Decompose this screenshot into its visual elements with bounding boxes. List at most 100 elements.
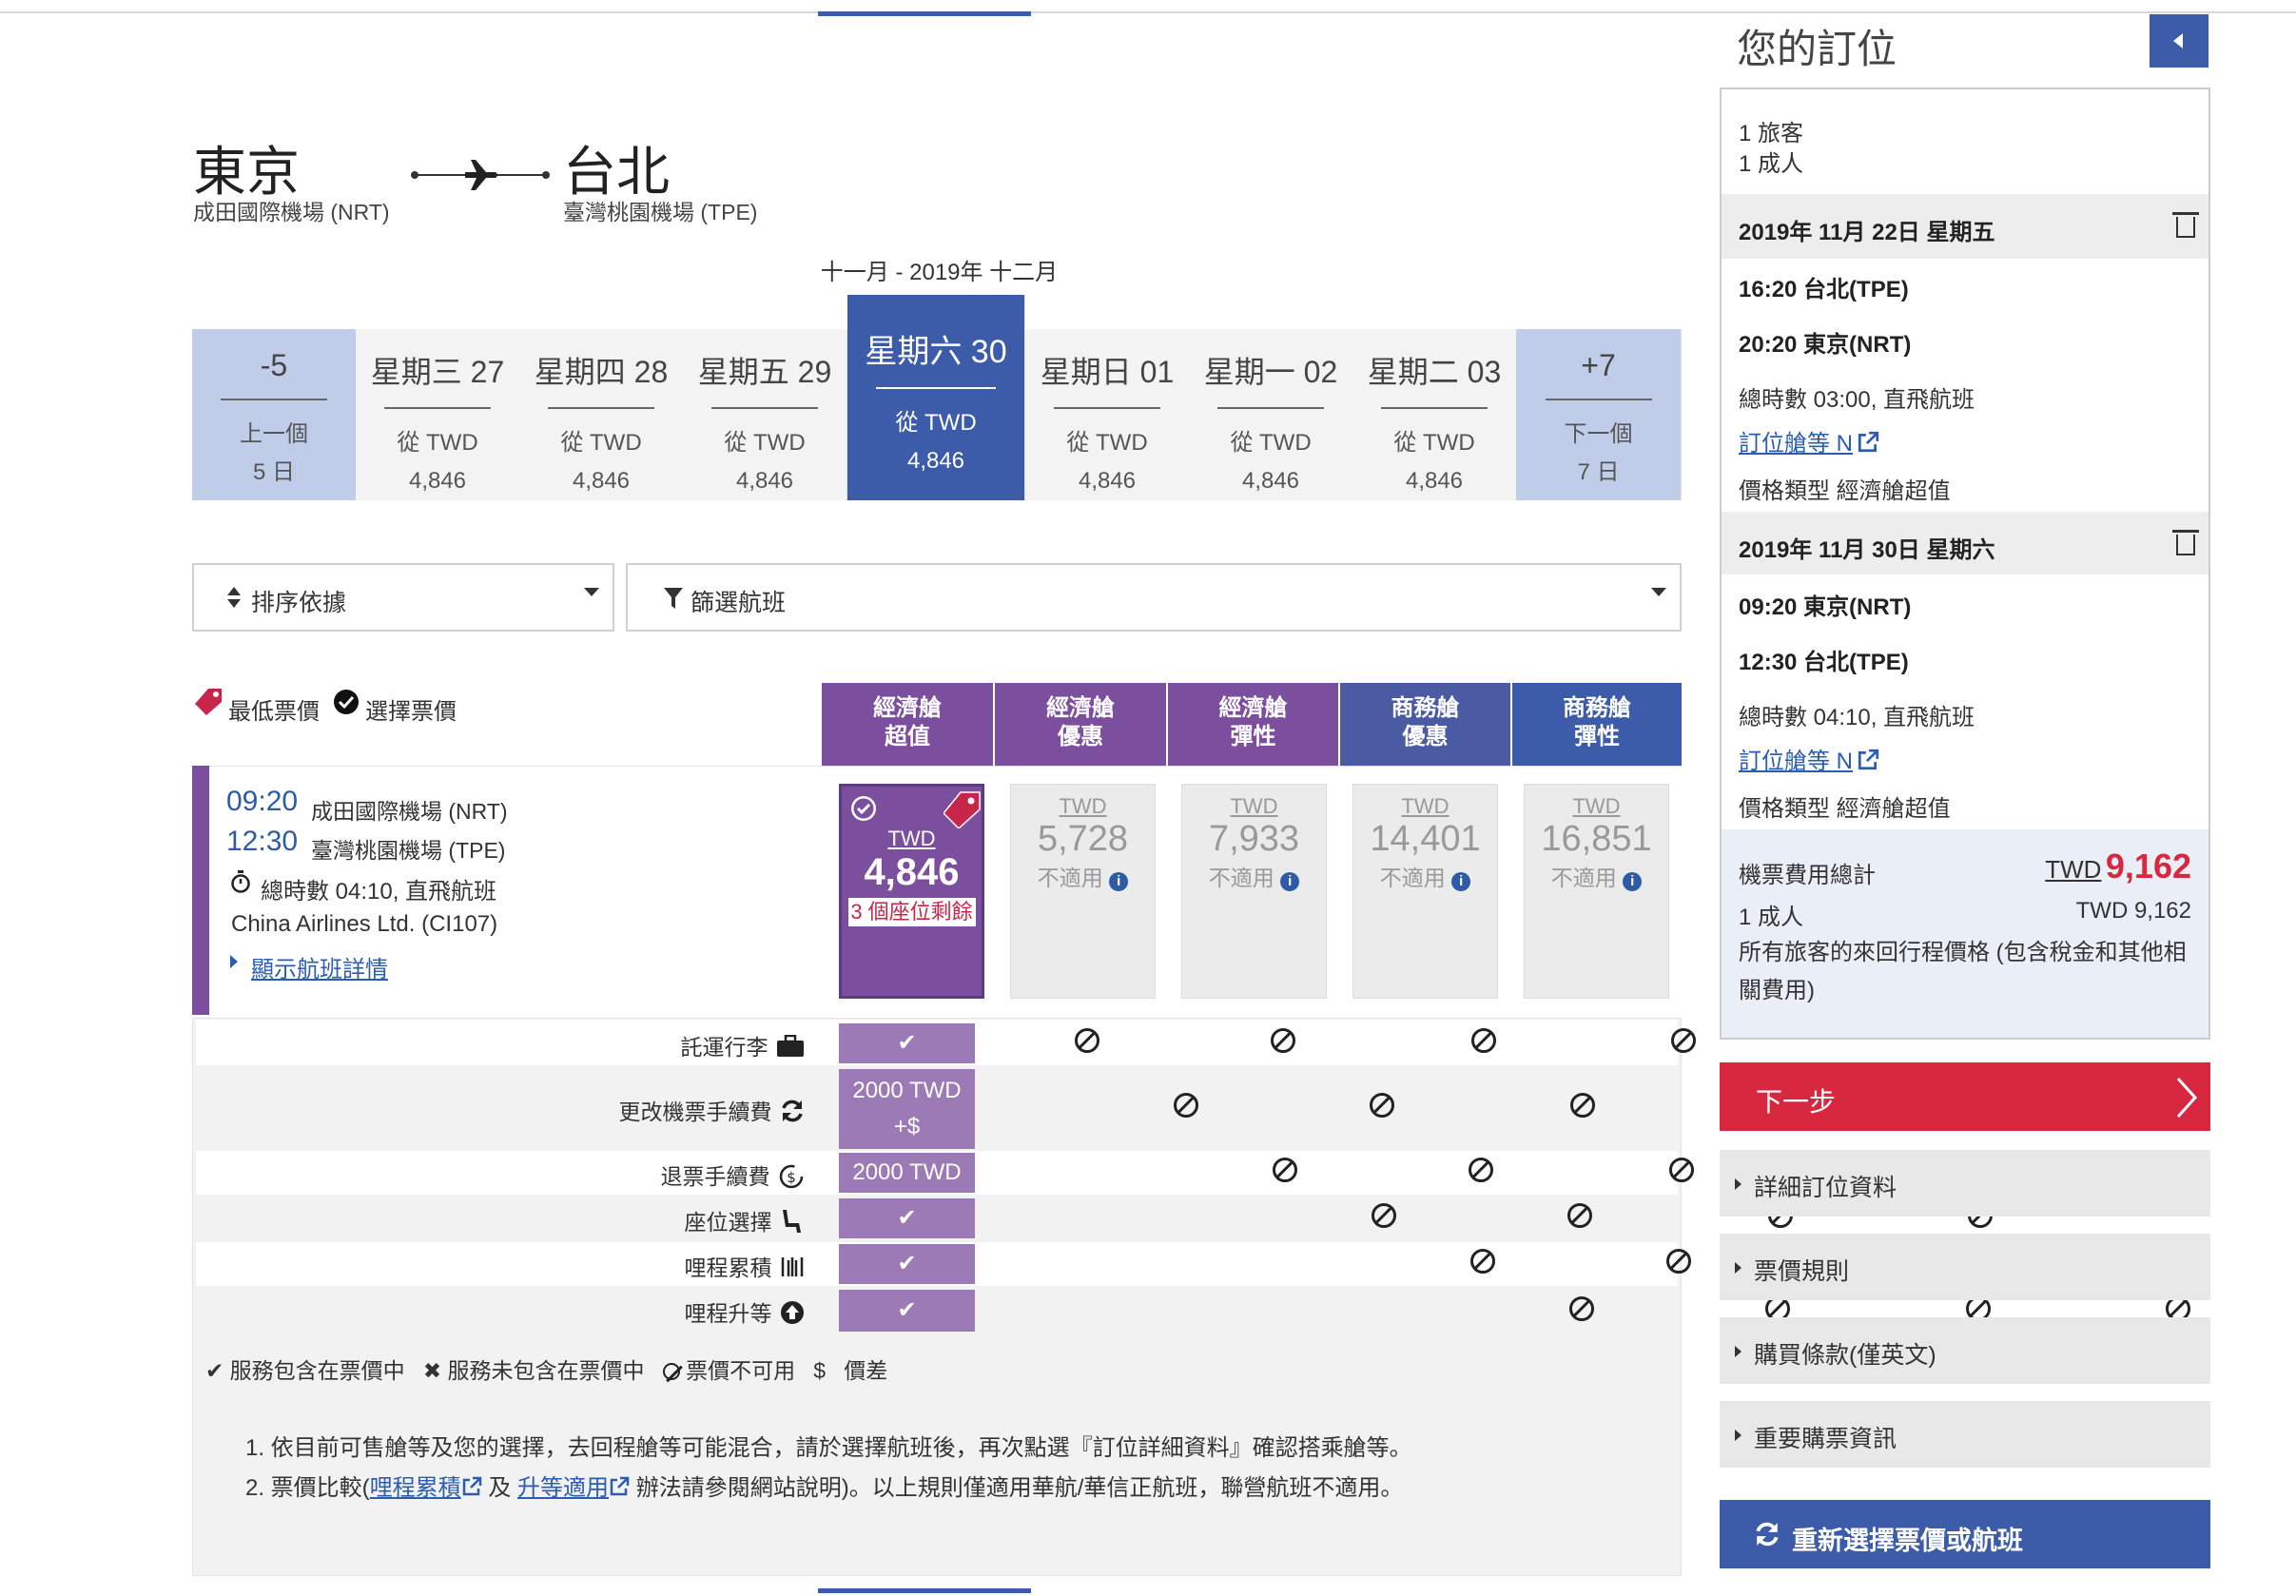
caret-right-icon: [1735, 1346, 1741, 1357]
segment-date: 2019年 11月 22日 星期五: [1739, 220, 1995, 245]
accordion-booking-details[interactable]: 詳細訂位資料: [1720, 1150, 2210, 1216]
caret-right-icon: [1735, 1430, 1741, 1441]
unavailable-icon: [1273, 1158, 1297, 1182]
info-icon[interactable]: i: [1280, 872, 1300, 891]
filter-dropdown[interactable]: 篩選航班: [626, 563, 1682, 632]
fare-header-business-saver: 商務艙 優惠: [1340, 683, 1510, 766]
fare-option[interactable]: TWD 16,851 不適用 i: [1524, 784, 1669, 999]
info-icon[interactable]: i: [1109, 872, 1129, 891]
adult-label: 1 成人: [1739, 905, 1804, 930]
check-circle-icon: [334, 690, 359, 714]
dep-airport: 成田國際機場 (NRT): [311, 799, 508, 824]
segment-departure: 09:20 東京(NRT): [1739, 594, 1912, 620]
stopwatch-icon: [231, 870, 250, 893]
fare-header-economy-flex: 經濟艙 彈性: [1168, 683, 1338, 766]
total-price: TWD 9,162: [2045, 847, 2191, 886]
external-link-icon: [462, 1476, 481, 1496]
fare-option[interactable]: TWD 7,933 不適用 i: [1181, 784, 1327, 999]
fare-option[interactable]: TWD 5,728 不適用 i: [1010, 784, 1156, 999]
unavailable-icon: [1666, 1249, 1691, 1274]
segment-date: 2019年 11月 30日 星期六: [1739, 537, 1995, 563]
date-tab[interactable]: 星期日 01 從 TWD 4,846: [1025, 329, 1190, 500]
filter-label: 篩選航班: [691, 590, 787, 616]
reselect-button[interactable]: 重新選擇票價或航班: [1720, 1500, 2210, 1568]
arr-time: 12:30: [226, 826, 299, 857]
service-included: ✔: [839, 1290, 975, 1332]
date-tab[interactable]: 星期一 02 從 TWD 4,846: [1189, 329, 1353, 500]
adults-count: 1 成人: [1739, 151, 1804, 177]
unavailable-icon: [662, 1363, 680, 1380]
tag-icon: [195, 689, 222, 715]
flight-carrier: China Airlines Ltd. (CI107): [231, 911, 498, 937]
seat-icon: [783, 1210, 801, 1233]
prev-days-button[interactable]: -5 上一個 5 日: [192, 329, 357, 500]
external-link-icon: [610, 1476, 630, 1496]
legend-selected: 選擇票價: [365, 699, 457, 725]
chevron-right-icon: [2176, 1077, 2198, 1119]
fare-option[interactable]: TWD 14,401 不適用 i: [1352, 784, 1498, 999]
booking-class-link[interactable]: 訂位艙等 N: [1739, 742, 1879, 775]
unavailable-icon: [1569, 1296, 1594, 1321]
next-days-button[interactable]: +7 下一個 7 日: [1516, 329, 1682, 500]
check-icon: ✔: [205, 1358, 224, 1383]
note-2: 2. 票價比較(哩程累積 及 升等適用 辦法請參閱網站說明)。以上規則僅適用華航…: [245, 1475, 1404, 1501]
plane-icon: [465, 160, 497, 190]
accordion-fare-rules[interactable]: 票價規則: [1720, 1234, 2210, 1300]
service-value: 2000 TWD +$: [839, 1069, 975, 1149]
unavailable-icon: [1669, 1158, 1694, 1182]
info-icon[interactable]: i: [1451, 872, 1471, 891]
date-tab[interactable]: 星期二 03 從 TWD 4,846: [1352, 329, 1517, 500]
service-included: ✔: [839, 1023, 975, 1063]
segment-arrival: 12:30 台北(TPE): [1739, 650, 1909, 675]
refresh-icon: [782, 1100, 803, 1122]
upgrade-link[interactable]: 升等適用: [517, 1475, 609, 1501]
unavailable-icon: [1567, 1203, 1592, 1228]
flight-details-link[interactable]: 顯示航班詳情: [251, 950, 388, 983]
unavailable-icon: [1271, 1028, 1295, 1053]
caret-right-icon: [1735, 1262, 1741, 1274]
month-label: 十一月 - 2019年 十二月: [820, 260, 1059, 285]
refresh-icon: [1756, 1522, 1779, 1547]
unavailable-icon: [1174, 1093, 1198, 1118]
total-label: 機票費用總計: [1739, 863, 1876, 888]
accordion-purchase-terms[interactable]: 購買條款(僅英文): [1720, 1317, 2210, 1384]
flight-duration: 總時數 04:10, 直飛航班: [261, 879, 497, 905]
fare-option-selected[interactable]: TWD 4,846 3 個座位剩餘: [839, 784, 984, 999]
date-tab[interactable]: 星期五 29 從 TWD 4,846: [683, 329, 847, 500]
chevron-down-icon: [584, 588, 599, 596]
route-arrow: [411, 158, 554, 192]
collapse-sidebar-button[interactable]: [2150, 14, 2208, 68]
date-tab[interactable]: 星期三 27 從 TWD 4,846: [356, 329, 520, 500]
service-included: ✔: [839, 1244, 975, 1284]
external-link-icon: [1858, 431, 1879, 453]
caret-right-icon: [1735, 1178, 1741, 1190]
segment-fare-type: 價格類型 經濟艙超值: [1739, 478, 1951, 504]
unavailable-icon: [1372, 1203, 1396, 1228]
unavailable-icon: [1075, 1028, 1099, 1053]
date-tab[interactable]: 星期四 28 從 TWD 4,846: [519, 329, 684, 500]
accordion-important-info[interactable]: 重要購票資訊: [1720, 1401, 2210, 1468]
segment-fare-type: 價格類型 經濟艙超值: [1739, 796, 1951, 822]
mileage-link[interactable]: 哩程累積: [370, 1475, 461, 1501]
info-icon[interactable]: i: [1623, 872, 1643, 891]
fare-header-business-flex: 商務艙 彈性: [1512, 683, 1682, 766]
sort-dropdown[interactable]: 排序依據: [192, 563, 614, 632]
top-divider: [0, 11, 2296, 13]
tab-indicator: [818, 11, 1031, 16]
upgrade-icon: [781, 1301, 804, 1324]
tag-icon: [944, 791, 981, 828]
next-step-button[interactable]: 下一步: [1720, 1062, 2210, 1131]
fare-header-economy-saver: 經濟艙 優惠: [995, 683, 1166, 766]
trash-icon[interactable]: [2172, 212, 2199, 238]
service-included: ✔: [839, 1198, 975, 1238]
chevron-down-icon: [1651, 588, 1666, 596]
unavailable-icon: [1471, 1028, 1496, 1053]
date-tab-selected[interactable]: 星期六 30 從 TWD 4,846: [847, 295, 1025, 500]
fare-currency: TWD: [887, 827, 936, 850]
trash-icon[interactable]: [2172, 530, 2199, 555]
sort-icon: [227, 587, 241, 608]
check-circle-icon: [851, 796, 876, 821]
segment-duration: 總時數 04:10, 直飛航班: [1739, 705, 1975, 730]
booking-class-link[interactable]: 訂位艙等 N: [1739, 424, 1879, 457]
note-1: 1. 依目前可售艙等及您的選擇，去回程艙等可能混合，請於選擇航班後，再次點選『訂…: [245, 1435, 1412, 1461]
